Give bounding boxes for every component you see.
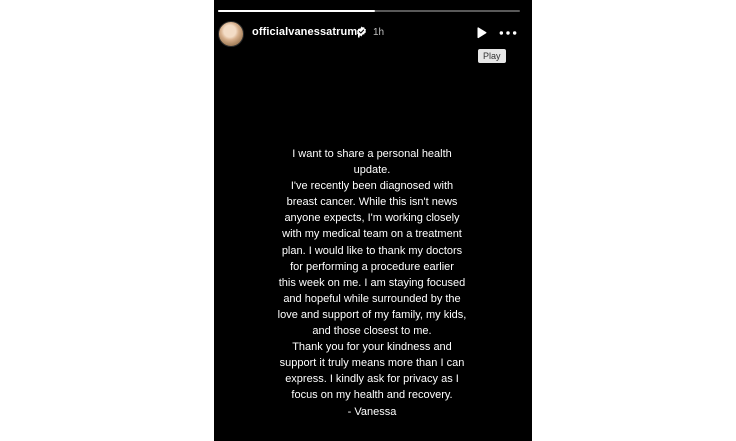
- message-line: and hopeful while surrounded by the: [283, 292, 461, 305]
- message-line: this week on me. I am staying focused: [278, 276, 466, 289]
- more-options-icon[interactable]: [498, 26, 518, 40]
- avatar[interactable]: [218, 21, 244, 47]
- message-line: I've recently been diagnosed with: [290, 180, 454, 193]
- message-line: and those closest to me.: [312, 325, 432, 338]
- message-line: for performing a procedure earlier: [290, 260, 454, 273]
- message-line: focus on my health and recovery.: [291, 389, 453, 402]
- message-line: with my medical team on a treatment: [282, 228, 462, 241]
- message-line: plan. I would like to thank my doctors: [281, 244, 463, 257]
- story-progress-fill: [218, 10, 376, 12]
- story-progress-bar: [218, 10, 520, 12]
- message-line: express. I kindly ask for privacy as I: [285, 373, 459, 386]
- message-line: Thank you for your kindness and: [292, 341, 452, 354]
- post-time: 1h: [373, 27, 385, 38]
- verified-badge-icon: [357, 26, 366, 37]
- play-tooltip: Play: [478, 49, 506, 63]
- message-line: - Vanessa: [347, 405, 397, 418]
- play-icon[interactable]: [474, 26, 488, 40]
- story-header: officialvanessatrump 1h: [218, 20, 520, 48]
- message-line: anyone expects, I'm working closely: [284, 212, 460, 225]
- message-line: love and support of my family, my kids,: [277, 308, 467, 321]
- story-text: I want to share a personal health update…: [254, 146, 490, 420]
- message-line: I want to share a personal health: [292, 148, 452, 160]
- story-viewer: officialvanessatrump 1h Play I want to s…: [214, 0, 532, 441]
- message-line: breast cancer. While this isn't news: [286, 196, 458, 209]
- message-line: support it truly means more than I can: [279, 357, 465, 370]
- message-line: update.: [353, 164, 391, 177]
- username-link[interactable]: officialvanessatrump: [252, 26, 364, 38]
